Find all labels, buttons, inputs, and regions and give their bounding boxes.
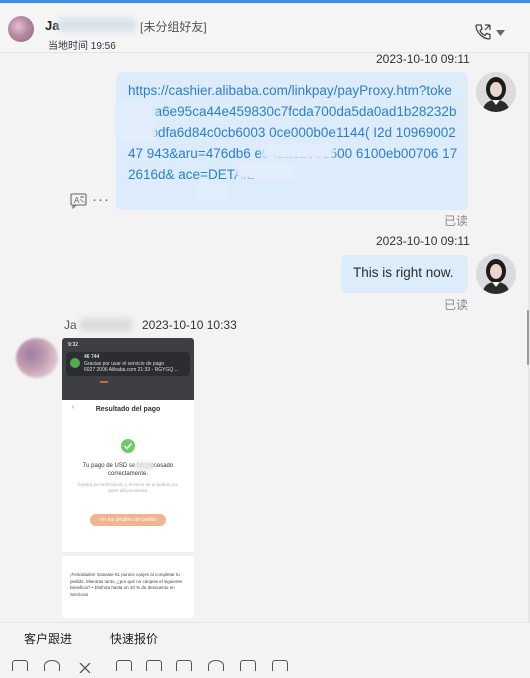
clock-icon[interactable] [208,660,224,671]
folder-icon[interactable] [116,660,132,671]
section-divider [62,552,194,556]
payment-success-text: Tu pago de USD se ha procesado correctam… [82,463,174,477]
message-timestamp: 2023-10-10 09:11 [376,234,470,248]
back-arrow-icon: ‹ [72,404,75,411]
view-order-button: Ver los detalles del pedido [90,514,166,526]
redaction-patch [134,462,154,470]
image-icon[interactable] [146,660,162,671]
contact-name-redaction [58,18,136,32]
tab-quick-quote[interactable]: 快速报价 [110,630,158,647]
redaction-patch [236,163,296,179]
reward-text: ¡Felicidades! Ganaste 61 puntos canjes a… [70,572,183,597]
scissors-icon[interactable] [78,660,92,674]
window-accent-bar [0,0,530,3]
calendar-icon[interactable] [240,660,256,671]
notification-app-icon [70,358,80,368]
phone-icon[interactable] [474,23,492,41]
redaction-patch [262,143,334,159]
message-text: This is right now. [353,265,454,280]
chevron-down-icon[interactable] [496,30,505,36]
check-icon [121,439,135,453]
redaction-patch [196,183,230,199]
progress-mark [100,381,108,383]
sender-name: Ja [64,318,77,332]
notification-line: 6027 2006 Alibaba.com 21:33 - RGYGQ ... [84,367,179,373]
payment-note: Espera la confirmación y el envío de tu … [77,482,179,493]
avatar-portrait-icon [476,254,516,294]
more-icon[interactable]: ··· [92,191,110,208]
toolbar-icon[interactable] [12,660,28,671]
contact-avatar[interactable] [8,16,34,42]
scrollbar-thumb[interactable] [527,310,529,365]
read-status: 已读 [444,214,469,228]
payment-result-title: Resultado del pago [95,406,161,413]
avatar-portrait-icon [476,72,516,112]
sender-avatar[interactable] [16,338,58,378]
notification-banner: 46 744 Gracias por usar el servicio de p… [66,352,190,376]
my-avatar[interactable] [476,72,516,112]
message-timestamp: 2023-10-10 10:33 [142,318,237,332]
shop-icon[interactable] [176,660,192,671]
document-icon[interactable] [272,660,288,671]
emoji-icon[interactable] [44,660,60,671]
local-time: 当地时间 19:56 [48,41,116,52]
read-status: 已读 [444,298,469,312]
translate-icon[interactable]: A [70,193,88,209]
view-order-label: Ver los detalles del pedido [98,517,158,523]
my-avatar[interactable] [476,254,516,294]
contact-group-tag: [未分组好友] [140,20,207,34]
svg-text:A: A [74,196,80,205]
tab-customer-follow-up[interactable]: 客户跟进 [24,630,72,647]
redaction-patch [116,100,156,142]
phone-time: 9:32 [68,342,79,348]
notification-title: 46 744 [84,354,100,360]
sender-name-redaction [80,318,132,332]
message-timestamp: 2023-10-10 09:11 [376,52,470,66]
payment-screenshot-image[interactable]: 9:32 46 744 Gracias por usar el servicio… [62,338,194,618]
